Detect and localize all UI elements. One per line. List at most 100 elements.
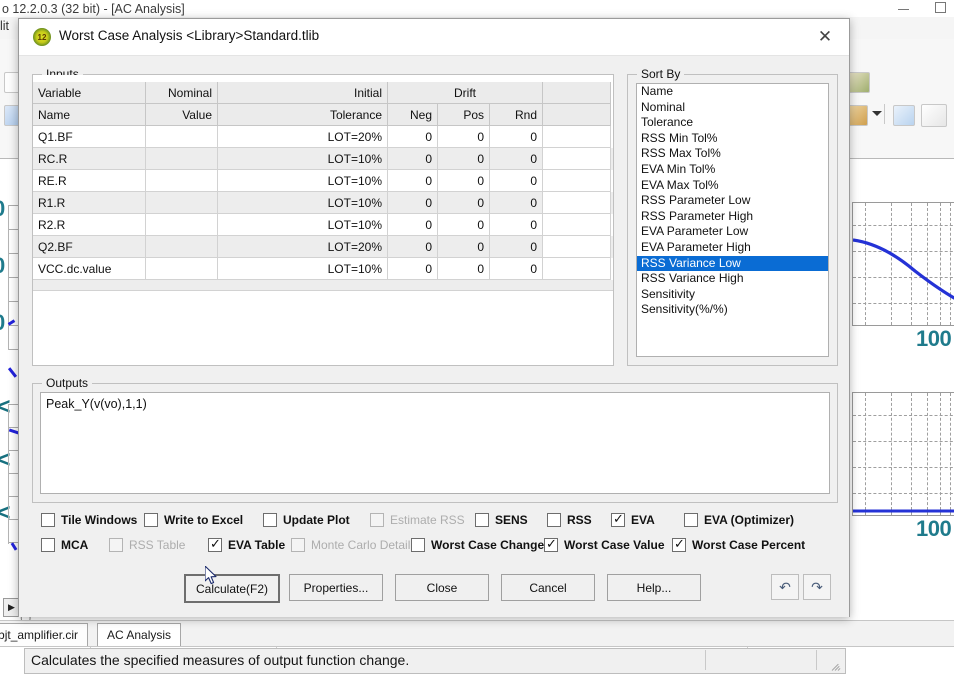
checkbox-rss-table: RSS Table bbox=[109, 538, 185, 552]
plot-xlabel-bottom: 100 bbox=[916, 516, 952, 541]
cell-neg: 0 bbox=[388, 148, 438, 170]
table-row[interactable]: R1.R LOT=10% 0 0 0 bbox=[33, 192, 613, 214]
sort-option-rss-parameter-low[interactable]: RSS Parameter Low bbox=[637, 193, 828, 209]
dialog-status-cell bbox=[705, 650, 817, 670]
checkbox-label: Estimate RSS bbox=[390, 513, 465, 527]
cell-nominal bbox=[146, 192, 218, 214]
sort-option-rss-variance-low[interactable]: RSS Variance Low bbox=[637, 255, 828, 272]
checkbox-estimate-rss: Estimate RSS bbox=[370, 513, 465, 527]
cell-tolerance: LOT=10% bbox=[218, 148, 388, 170]
cell-rnd: 0 bbox=[490, 236, 543, 258]
undo-icon[interactable]: ↶ bbox=[771, 574, 799, 600]
cell-tolerance: LOT=20% bbox=[218, 126, 388, 148]
cell-variable-name: RE.R bbox=[33, 170, 146, 192]
maximize-icon[interactable] bbox=[935, 2, 946, 15]
sort-option-eva-parameter-high[interactable]: EVA Parameter High bbox=[637, 240, 828, 256]
checkbox-box bbox=[547, 513, 561, 527]
checkbox-label: Worst Case Percent bbox=[692, 538, 806, 552]
table-row[interactable]: VCC.dc.value LOT=10% 0 0 0 bbox=[33, 258, 613, 280]
table-row-filler bbox=[33, 280, 613, 291]
table-row[interactable]: Q2.BF LOT=20% 0 0 0 bbox=[33, 236, 613, 258]
tab-p5-bjt-amplifier[interactable]: p5_bjt_amplifier.cir bbox=[0, 623, 89, 646]
checkbox-box bbox=[291, 538, 305, 552]
checkbox-eva[interactable]: ✓ EVA bbox=[611, 512, 655, 527]
properties-button[interactable]: Properties... bbox=[289, 574, 383, 601]
tab-ac-analysis[interactable]: AC Analysis bbox=[97, 623, 182, 646]
help-button[interactable]: Help... bbox=[607, 574, 701, 601]
checkbox-worst-case-change[interactable]: Worst Case Change bbox=[411, 538, 544, 552]
mouse-cursor bbox=[205, 566, 217, 585]
inputs-group: Inputs Variable Nominal Initial Drift Na… bbox=[32, 67, 614, 366]
toolbar-icon-plot[interactable] bbox=[921, 104, 947, 127]
calculate-button[interactable]: Calculate(F2) bbox=[184, 574, 280, 603]
checkbox-eva-table[interactable]: ✓ EVA Table bbox=[208, 536, 285, 552]
checkbox-box bbox=[475, 513, 489, 527]
sort-option-sensitivity[interactable]: Sensitivity bbox=[637, 287, 828, 303]
table-row[interactable]: RE.R LOT=10% 0 0 0 bbox=[33, 170, 613, 192]
sort-option-eva-max-tol[interactable]: EVA Max Tol% bbox=[637, 178, 828, 194]
table-row[interactable]: R2.R LOT=10% 0 0 0 bbox=[33, 214, 613, 236]
axis-label-left-3: 0 bbox=[0, 310, 5, 336]
application-titlebar: o 12.2.0.3 (32 bit) - [AC Analysis] bbox=[0, 0, 954, 17]
checkbox-label: Tile Windows bbox=[61, 513, 138, 527]
sort-option-rss-min-tol[interactable]: RSS Min Tol% bbox=[637, 131, 828, 147]
outputs-textarea[interactable]: Peak_Y(v(vo),1,1) bbox=[40, 392, 830, 494]
checkbox-monte-carlo-detail: Monte Carlo Detail bbox=[291, 538, 410, 552]
toolbar-icon-component[interactable] bbox=[848, 72, 870, 93]
cell-pos: 0 bbox=[438, 126, 490, 148]
resize-grip-icon[interactable] bbox=[830, 659, 842, 671]
sort-by-listbox[interactable]: Name Nominal Tolerance RSS Min Tol% RSS … bbox=[636, 83, 829, 357]
cell-nominal bbox=[146, 170, 218, 192]
cell-extra bbox=[543, 148, 611, 170]
redo-icon[interactable]: ↷ bbox=[803, 574, 831, 600]
checkbox-label: MCA bbox=[61, 538, 89, 552]
checkbox-sens[interactable]: SENS bbox=[475, 513, 528, 527]
sort-option-eva-min-tol[interactable]: EVA Min Tol% bbox=[637, 162, 828, 178]
menu-edit[interactable]: lit bbox=[0, 19, 9, 33]
checkbox-box: ✓ bbox=[208, 536, 222, 552]
sort-option-nominal[interactable]: Nominal bbox=[637, 100, 828, 116]
cell-variable-name: R1.R bbox=[33, 192, 146, 214]
table-row[interactable]: RC.R LOT=10% 0 0 0 bbox=[33, 148, 613, 170]
cell-variable-name: Q1.BF bbox=[33, 126, 146, 148]
sort-option-name[interactable]: Name bbox=[637, 84, 828, 100]
sort-option-sensitivity-percent[interactable]: Sensitivity(%/%) bbox=[637, 302, 828, 318]
checkbox-mca[interactable]: MCA bbox=[41, 538, 88, 552]
checkbox-eva-optimizer[interactable]: EVA (Optimizer) bbox=[684, 513, 794, 527]
close-icon[interactable]: ✕ bbox=[810, 25, 840, 49]
cell-neg: 0 bbox=[388, 170, 438, 192]
checkbox-label: Write to Excel bbox=[164, 513, 244, 527]
table-row[interactable]: Q1.BF LOT=20% 0 0 0 bbox=[33, 126, 613, 148]
chevron-down-icon[interactable] bbox=[872, 111, 882, 116]
cell-extra bbox=[543, 214, 611, 236]
inputs-table[interactable]: Variable Nominal Initial Drift Name Valu… bbox=[33, 75, 613, 365]
minimize-icon[interactable] bbox=[898, 3, 909, 15]
checkbox-worst-case-value[interactable]: ✓ Worst Case Value bbox=[544, 537, 665, 552]
cell-pos: 0 bbox=[438, 148, 490, 170]
sort-option-tolerance[interactable]: Tolerance bbox=[637, 115, 828, 131]
sort-option-eva-parameter-low[interactable]: EVA Parameter Low bbox=[637, 224, 828, 240]
sort-option-rss-variance-high[interactable]: RSS Variance High bbox=[637, 271, 828, 287]
cell-neg: 0 bbox=[388, 126, 438, 148]
cell-extra bbox=[543, 126, 611, 148]
cell-pos: 0 bbox=[438, 192, 490, 214]
checkbox-rss[interactable]: RSS bbox=[547, 513, 592, 527]
checkbox-write-to-excel[interactable]: Write to Excel bbox=[144, 513, 243, 527]
checkbox-worst-case-percent[interactable]: ✓ Worst Case Percent bbox=[672, 537, 806, 552]
cell-nominal bbox=[146, 126, 218, 148]
header-tolerance: Tolerance bbox=[218, 104, 388, 126]
toolbar-icon-window[interactable] bbox=[893, 105, 915, 126]
checkbox-tile-windows[interactable]: Tile Windows bbox=[41, 513, 137, 527]
checkbox-update-plot[interactable]: Update Plot bbox=[263, 513, 350, 527]
close-button[interactable]: Close bbox=[395, 574, 489, 601]
outputs-group-label: Outputs bbox=[42, 376, 93, 390]
cancel-button[interactable]: Cancel bbox=[501, 574, 595, 601]
checkbox-box bbox=[263, 513, 277, 527]
sort-option-rss-max-tol[interactable]: RSS Max Tol% bbox=[637, 146, 828, 162]
dialog-statusbar: Calculates the specified measures of out… bbox=[24, 648, 846, 674]
header-spacer-2 bbox=[543, 104, 611, 126]
sort-option-rss-parameter-high[interactable]: RSS Parameter High bbox=[637, 209, 828, 225]
cell-variable-name: R2.R bbox=[33, 214, 146, 236]
dialog-title: Worst Case Analysis <Library>Standard.tl… bbox=[59, 28, 320, 43]
header-variable: Variable bbox=[33, 82, 146, 104]
